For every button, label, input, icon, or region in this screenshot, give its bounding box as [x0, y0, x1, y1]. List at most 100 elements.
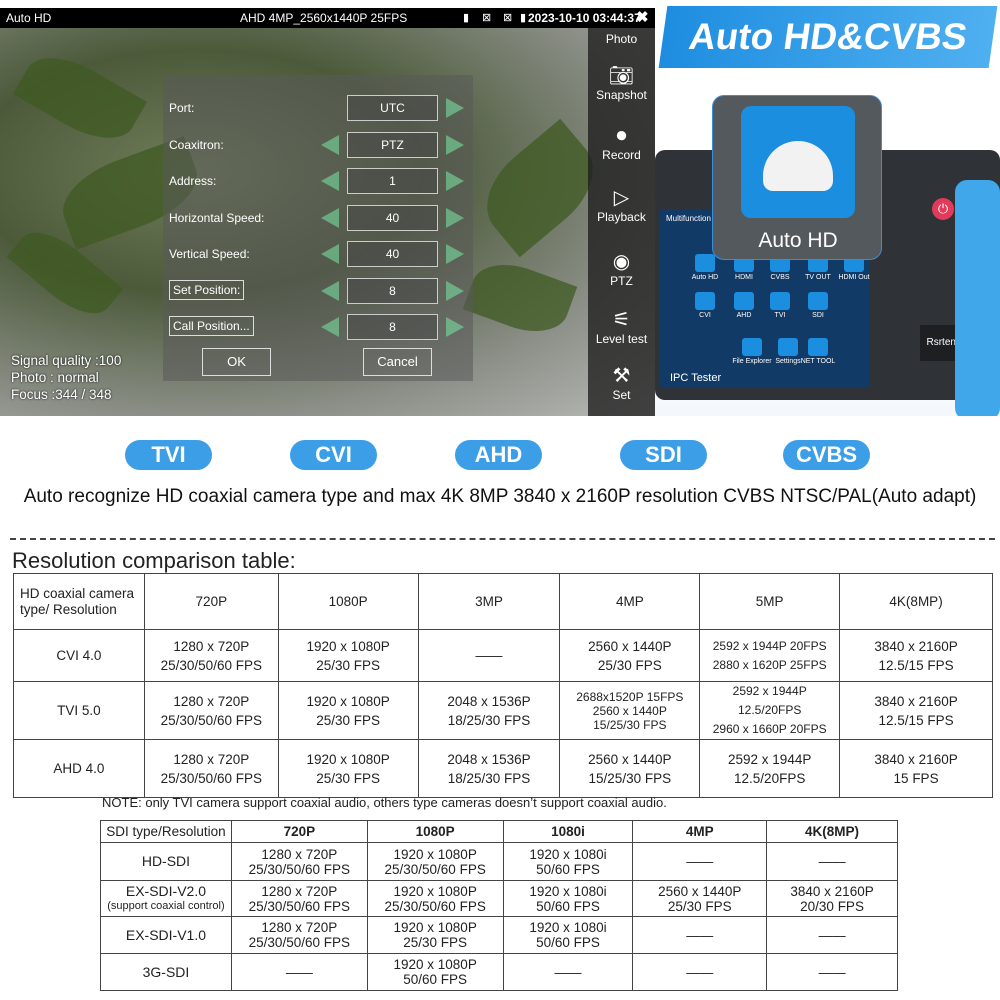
menu-set[interactable]: ⚒ Set [588, 364, 655, 402]
app-label: TVI [774, 312, 786, 319]
table-cell: 1280 x 720P 25/30/50/60 FPS [143, 629, 279, 682]
menu-snapshot[interactable]: 📷︎ Snapshot [588, 64, 655, 102]
dome-camera-icon [734, 292, 754, 310]
table-cell: 1920 x 1080i 50/60 FPS [502, 880, 634, 917]
table-cell: 2592 x 1944P 12.5/20FPS [699, 739, 841, 798]
table-cell: 2560 x 1440P 15/25/30 FPS [559, 739, 701, 798]
header-cell: HD coaxial camera type/ Resolution [13, 573, 145, 630]
app-ahd: AHD [726, 292, 762, 320]
close-icon[interactable]: ✖ [636, 8, 649, 28]
arrow-left-icon[interactable] [321, 134, 339, 155]
dock-label: NET TOOL [800, 358, 836, 365]
table-cell: 2560 x 1440P 25/30 FPS [559, 629, 701, 682]
table-cell: 1920 x 1080P 25/30 FPS [277, 739, 419, 798]
app-label: SDI [812, 312, 824, 319]
row-button[interactable]: Call Position... [169, 316, 254, 336]
promo-panel: Auto HD&CVBS Multifunction Tester Auto H… [655, 0, 1000, 416]
cancel-button[interactable]: Cancel [363, 348, 432, 376]
dock-label: Settings [775, 358, 801, 365]
arrow-right-icon[interactable] [446, 134, 464, 155]
header-cell: 720P [143, 573, 279, 630]
level-icon: ⚟ [612, 309, 631, 331]
dome-camera-icon [741, 106, 855, 218]
menu-playback[interactable]: ▷ Playback [588, 186, 655, 224]
pill-tvi: TVI [125, 440, 212, 470]
tools-icon: ⚒ [612, 365, 631, 387]
header-cell: 1080i [502, 820, 634, 843]
table-row: CVI 4.0 1280 x 720P 25/30/50/60 FPS 1920 x … [13, 629, 993, 682]
table-row: EX-SDI-V1.0 1280 x 720P 25/30/50/60 FPS 192… [100, 916, 898, 954]
datetime: 2023-10-10 03:44:37 [528, 11, 641, 25]
device-bumper [955, 180, 1000, 416]
table-cell: 2688x1520P 15FPS 2560 x 1440P 15/25/30 FPS [559, 681, 701, 740]
dialog-row: Vertical Speed: 40 [163, 240, 473, 268]
dialog-row: Port: UTC [163, 94, 473, 122]
menu-label: Record [602, 148, 641, 162]
app-sdi: SDI [800, 292, 836, 320]
row-value[interactable]: PTZ [347, 131, 438, 158]
dome-camera-icon [695, 292, 715, 310]
menu-record[interactable]: ⏺ Record [588, 124, 655, 162]
arrow-left-icon[interactable] [321, 280, 339, 301]
divider [10, 538, 995, 540]
table-cell: 1920 x 1080P 25/30 FPS [277, 681, 419, 740]
resolution-title: Resolution comparison table: [12, 548, 296, 573]
arrow-right-icon[interactable] [446, 244, 464, 264]
app-label: HDMI Out [838, 274, 870, 281]
menu-photo[interactable]: Photo [588, 32, 655, 46]
app-label: Auto HD [691, 274, 719, 281]
arrow-left-icon[interactable] [321, 244, 339, 264]
table-cell: 3840 x 2160P 15 FPS [839, 739, 993, 798]
table-cell: —— [766, 953, 898, 991]
table-cell: —— [502, 953, 634, 991]
header-cell: 4MP [559, 573, 701, 630]
table-cell: —— [632, 916, 768, 954]
header-cell: 1080P [277, 573, 419, 630]
row-value[interactable]: 40 [347, 241, 438, 267]
row-label: Horizontal Speed: [169, 210, 265, 225]
row-value[interactable]: 8 [347, 314, 438, 340]
table-cell: 2592 x 1944P 20FPS 2880 x 1620P 25FPS [699, 629, 841, 682]
row-value[interactable]: 8 [347, 277, 438, 304]
arrow-right-icon[interactable] [446, 207, 464, 228]
arrow-left-icon[interactable] [321, 207, 339, 228]
row-button[interactable]: Set Position: [169, 279, 245, 300]
row-label: EX-SDI-V2.0 (support coaxial control) [100, 880, 232, 917]
row-value[interactable]: 40 [347, 204, 438, 231]
table-cell: 3840 x 2160P 12.5/15 FPS [839, 681, 993, 740]
battery-icon: ▮ [520, 12, 527, 24]
arrow-left-icon[interactable] [321, 171, 339, 191]
row-value[interactable]: UTC [347, 95, 438, 121]
dock-label: File Explorer [732, 358, 772, 365]
table-cell: 2048 x 1536P 18/25/30 FPS [417, 739, 561, 798]
row-label: Coaxitron: [169, 137, 224, 152]
row-label: Port: [169, 101, 195, 115]
header-cell: 4K(8MP) [839, 573, 993, 630]
dock-net-tool: NET TOOL [800, 338, 836, 366]
app-cvi: CVI [687, 292, 723, 320]
table-cell: 1920 x 1080i 50/60 FPS [502, 842, 634, 881]
menu-label: Level test [595, 332, 648, 346]
power-icon: ⏻ [932, 198, 954, 220]
menu-label: Playback [597, 210, 646, 224]
menu-ptz[interactable]: ◉ PTZ [588, 250, 655, 288]
ok-button[interactable]: OK [202, 348, 271, 376]
table-cell: 2592 x 1944P 12.5/20FPS 2960 x 1660P 20FP… [699, 681, 841, 740]
table-row: HD-SDI 1280 x 720P 25/30/50/60 FPS 1920 x 1… [100, 842, 898, 881]
menu-level-test[interactable]: ⚟ Level test [588, 308, 655, 346]
arrow-left-icon[interactable] [321, 317, 339, 337]
table-row: TVI 5.0 1280 x 720P 25/30/50/60 FPS 1920 x … [13, 681, 993, 740]
camera-icon: 📷︎ [608, 65, 635, 87]
row-value[interactable]: 1 [347, 168, 438, 194]
arrow-right-icon[interactable] [446, 171, 464, 191]
side-menu: Photo 📷︎ Snapshot ⏺ Record ▷ Playback ◉ PTZ … [588, 28, 655, 416]
arrow-right-icon[interactable] [446, 317, 464, 337]
app-label: AHD [736, 312, 752, 319]
dialog-row: Set Position: 8 [163, 277, 473, 305]
arrow-right-icon[interactable] [446, 98, 464, 118]
signal-format: AHD 4MP_2560x1440P 25FPS [240, 11, 408, 25]
table-cell: 1280 x 720P 25/30/50/60 FPS [230, 880, 368, 917]
pill-cvbs: CVBS [783, 440, 870, 470]
arrow-right-icon[interactable] [446, 280, 464, 301]
table-cell: 1920 x 1080P 25/30 FPS [366, 916, 504, 954]
